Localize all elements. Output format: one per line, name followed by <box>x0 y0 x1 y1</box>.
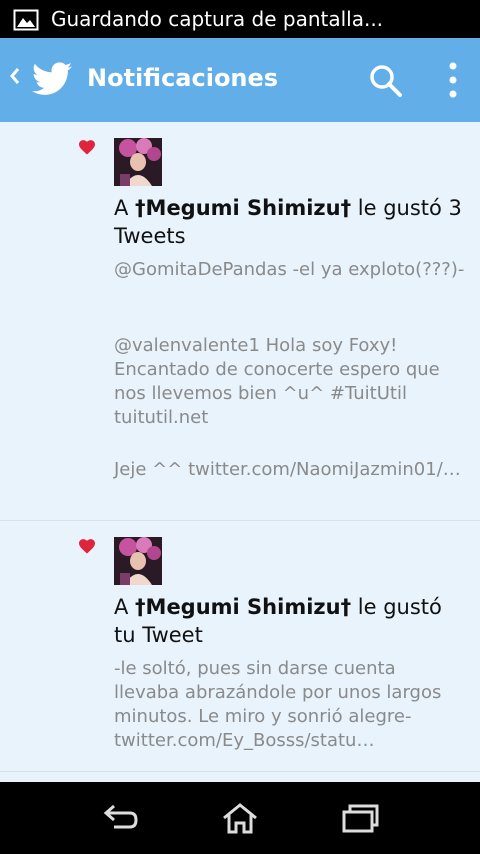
tweet-snippet[interactable]: Jeje ^^ twitter.com/NaomiJazmin01/… <box>114 458 466 482</box>
notifications-list: A †Megumi Shimizu† le gustó 3 Tweets @Go… <box>0 122 480 782</box>
notification-item[interactable]: A †Megumi Shimizu† le gustó tu Tweet -le… <box>0 521 480 772</box>
back-icon[interactable] <box>102 802 140 832</box>
image-icon <box>13 9 39 31</box>
app-bar: Notificaciones <box>0 38 480 122</box>
system-nav-bar <box>0 782 480 854</box>
tweet-snippet[interactable]: -le soltó, pues sin darse cuenta llevaba… <box>114 657 466 753</box>
avatar[interactable] <box>114 138 162 186</box>
heart-icon <box>79 539 95 554</box>
search-icon[interactable] <box>368 63 404 99</box>
user-name[interactable]: †Megumi Shimizu† <box>135 196 351 220</box>
tweet-snippet[interactable]: @valenvalente1 Hola soy Foxy! Encantado … <box>114 334 466 430</box>
notification-headline: A †Megumi Shimizu† le gustó 3 Tweets <box>114 196 462 248</box>
status-notification-text: Guardando captura de pantalla... <box>51 7 384 31</box>
twitter-bird-icon[interactable] <box>32 62 72 96</box>
heart-icon <box>79 140 95 155</box>
avatar[interactable] <box>114 537 162 585</box>
page-title: Notificaciones <box>87 64 279 92</box>
notification-headline: A †Megumi Shimizu† le gustó tu Tweet <box>114 595 442 647</box>
user-name[interactable]: †Megumi Shimizu† <box>135 595 351 619</box>
recent-apps-icon[interactable] <box>340 802 380 834</box>
tweet-snippet[interactable]: @GomitaDePandas -el ya exploto(???)- <box>114 258 466 282</box>
status-bar: Guardando captura de pantalla... <box>0 0 480 38</box>
overflow-menu-icon[interactable] <box>448 61 458 99</box>
notification-item[interactable]: A †Megumi Shimizu† le gustó 3 Tweets @Go… <box>0 122 480 521</box>
home-icon[interactable] <box>221 802 259 834</box>
back-chevron-icon[interactable] <box>8 65 22 87</box>
